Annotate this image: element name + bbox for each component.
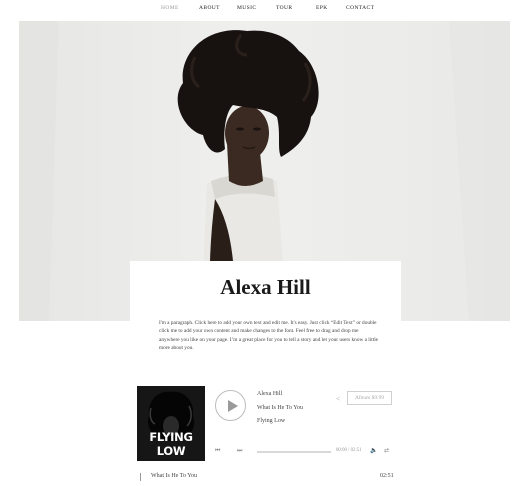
progress-bar[interactable] [257,451,331,453]
next-icon[interactable]: ⏭ [237,447,242,455]
player-artist-name: Alexa Hill [257,391,283,397]
volume-icon[interactable]: 🔈 [370,447,377,455]
share-icon[interactable]: < [336,395,340,403]
track-row-duration: 02:51 [380,473,394,479]
album-cover: FLYING LOW [137,386,205,461]
nav-item-tour[interactable]: TOUR [276,5,292,11]
nav-item-epk[interactable]: EPK [316,5,328,11]
nav-item-home[interactable]: HOME [161,5,179,11]
artist-name: Alexa Hill [220,275,311,299]
nav-item-about[interactable]: ABOUT [199,5,220,11]
nav-item-contact[interactable]: CONTACT [346,5,374,11]
time-display: 00:00 / 02:51 [336,448,362,453]
prev-icon[interactable]: ⏮ [215,447,220,455]
top-nav: HOME ABOUT MUSIC TOUR EPK CONTACT [0,0,524,20]
nav-item-music[interactable]: MUSIC [237,5,256,11]
album-cover-title: FLYING LOW [149,430,193,458]
track-row[interactable]: What Is He To You 02:51 [140,472,400,484]
shuffle-icon[interactable]: ⇄ [384,447,389,455]
buy-album-button[interactable]: Album $9.99 [347,391,392,405]
player-album-title: Flying Low [257,418,286,424]
music-player: FLYING LOW Alexa Hill What Is He To You … [137,386,397,462]
play-icon [228,400,238,412]
track-row-title[interactable]: What Is He To You [151,473,197,479]
play-button[interactable] [215,390,246,421]
track-row-divider [140,473,141,481]
player-track-title: What Is He To You [257,405,303,411]
artist-bio: I'm a paragraph. Click here to add your … [159,320,379,352]
